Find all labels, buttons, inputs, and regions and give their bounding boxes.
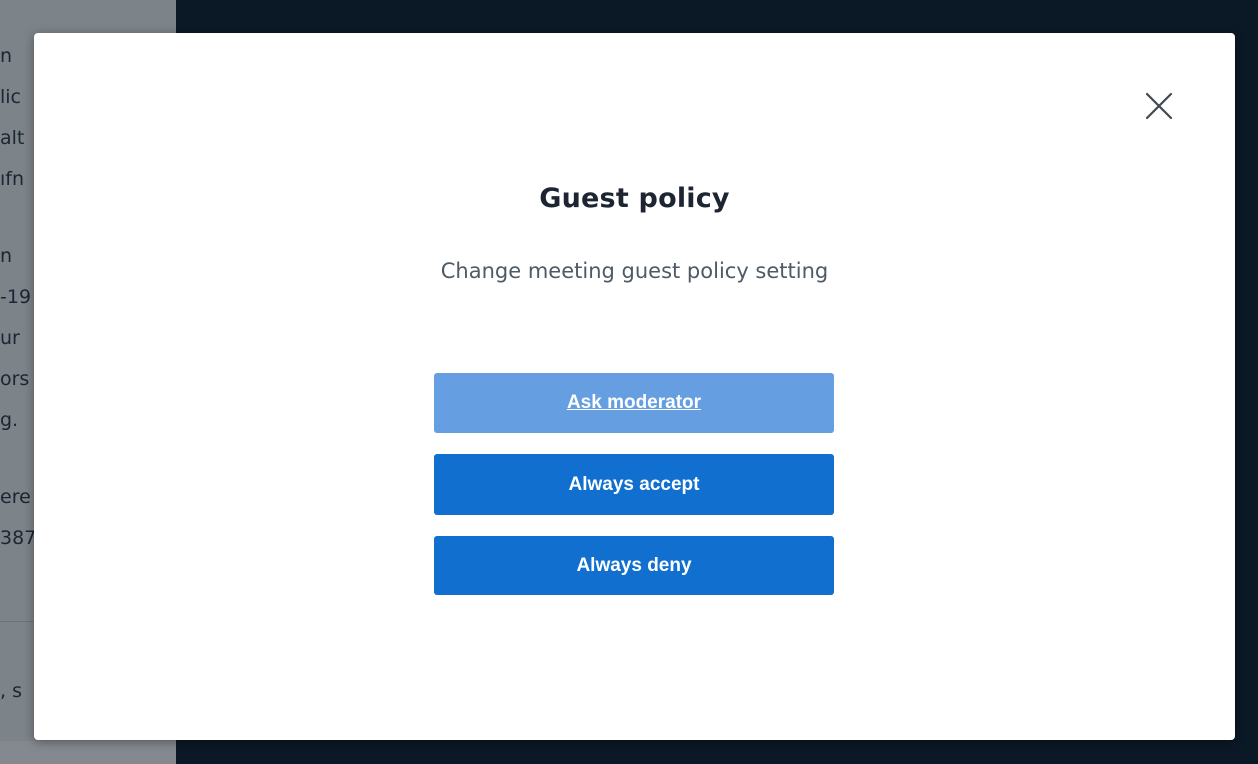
chat-line: n xyxy=(0,245,13,267)
chat-input-text: , s xyxy=(0,680,22,702)
ask-moderator-button[interactable]: Ask moderator xyxy=(434,373,834,433)
chat-line: ıfn xyxy=(0,168,25,190)
chat-line: g. xyxy=(0,409,19,431)
chat-line: -19 xyxy=(0,286,32,308)
chat-line: ur xyxy=(0,327,20,349)
chat-line-spacer xyxy=(0,200,36,236)
chat-line-spacer xyxy=(0,441,36,477)
chat-line: 387 xyxy=(0,527,37,549)
chat-footer-bar xyxy=(0,741,176,764)
chat-line: ors xyxy=(0,368,30,390)
always-deny-button[interactable]: Always deny xyxy=(434,536,834,595)
modal-title: Guest policy xyxy=(539,183,730,214)
chat-line: ere xyxy=(0,486,31,508)
chat-line: lic xyxy=(0,86,22,108)
always-accept-button[interactable]: Always accept xyxy=(434,454,834,515)
close-button[interactable] xyxy=(1142,91,1176,125)
background-chat-messages: n lic alt ıfn n -19 ur ors g. ere 387 xyxy=(0,36,36,559)
guest-policy-modal: Guest policy Change meeting guest policy… xyxy=(34,33,1235,740)
app-stage: n lic alt ıfn n -19 ur ors g. ere 387 , … xyxy=(0,0,1258,764)
chat-line: n xyxy=(0,45,13,67)
modal-description: Change meeting guest policy setting xyxy=(440,259,829,283)
chat-line: alt xyxy=(0,127,25,149)
close-icon xyxy=(1144,91,1174,125)
